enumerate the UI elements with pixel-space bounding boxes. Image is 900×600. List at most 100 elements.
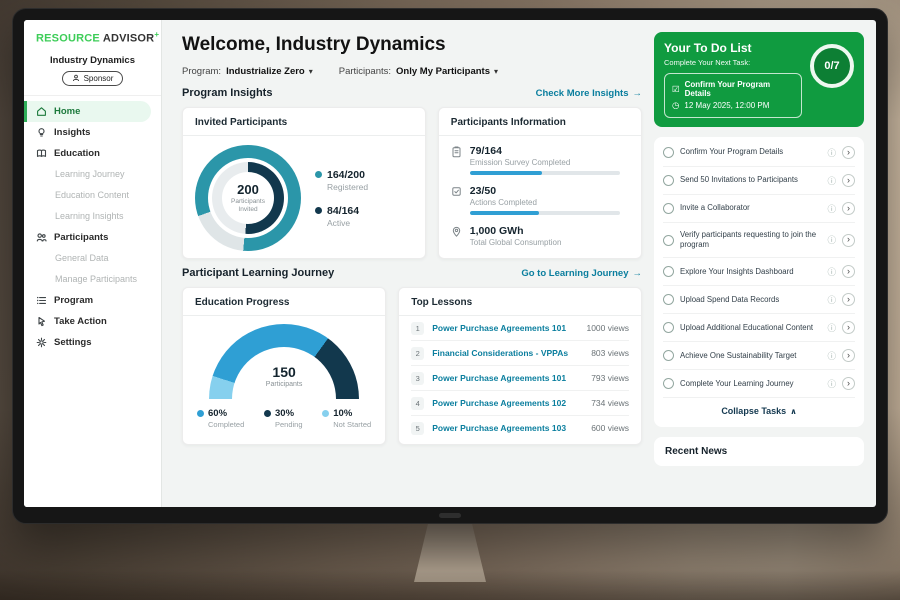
map-pin-icon	[451, 226, 462, 238]
legend-label: Pending	[275, 420, 303, 429]
recent-news-card: Recent News	[654, 437, 864, 466]
donut-center: 200 Participants Invited	[222, 172, 274, 224]
info-icon: ⓘ	[827, 147, 836, 159]
education-progress-card: Education Progress 150 Participants	[182, 287, 386, 445]
arrow-right-icon: →	[633, 268, 643, 279]
logo-text-primary: RESOURCE	[36, 33, 100, 45]
task-row[interactable]: Complete Your Learning Journey ⓘ ›	[663, 370, 855, 398]
next-task-time: 12 May 2025, 12:00 PM	[684, 101, 769, 110]
task-row[interactable]: Explore Your Insights Dashboard ⓘ ›	[663, 258, 855, 286]
lightbulb-icon	[36, 127, 47, 138]
sidebar-item-program[interactable]: Program	[24, 290, 161, 311]
task-label: Upload Spend Data Records	[680, 295, 821, 305]
lesson-row: 1 Power Purchase Agreements 101 1000 vie…	[411, 316, 629, 341]
page-title: Welcome, Industry Dynamics	[182, 34, 642, 56]
go-to-learning-journey-link[interactable]: Go to Learning Journey →	[521, 268, 642, 279]
task-checkbox[interactable]	[663, 378, 674, 389]
task-row[interactable]: Send 50 Invitations to Participants ⓘ ›	[663, 167, 855, 195]
chevron-right-icon: ›	[847, 176, 850, 185]
sidebar-item-home[interactable]: Home	[24, 101, 151, 122]
lesson-link[interactable]: Power Purchase Agreements 101	[432, 373, 583, 383]
sidebar: RESOURCE ADVISOR+ Industry Dynamics Spon…	[24, 20, 162, 507]
task-checkbox[interactable]	[663, 175, 674, 186]
sidebar-item-label: Settings	[54, 337, 91, 348]
task-row[interactable]: Achieve One Sustainability Target ⓘ ›	[663, 342, 855, 370]
sidebar-item-label: General Data	[55, 253, 109, 263]
person-icon	[72, 74, 80, 82]
sidebar-item-learning-journey[interactable]: Learning Journey	[24, 164, 161, 185]
sidebar-item-education[interactable]: Education	[24, 143, 161, 164]
top-lessons-card: Top Lessons 1 Power Purchase Agreements …	[398, 287, 642, 445]
task-label: Confirm Your Program Details	[680, 147, 821, 157]
sidebar-item-education-content[interactable]: Education Content	[24, 185, 161, 206]
collapse-tasks-button[interactable]: Collapse Tasks ∧	[663, 398, 855, 425]
lesson-link[interactable]: Power Purchase Agreements 102	[432, 398, 583, 408]
legend-label: Not Started	[333, 420, 371, 429]
task-go-button[interactable]: ›	[842, 202, 855, 215]
task-checkbox[interactable]	[663, 203, 674, 214]
section-title-program-insights: Program Insights	[182, 87, 272, 99]
task-row[interactable]: Verify participants requesting to join t…	[663, 223, 855, 258]
task-checkbox[interactable]	[663, 350, 674, 361]
task-go-button[interactable]: ›	[842, 321, 855, 334]
task-checkbox[interactable]	[663, 322, 674, 333]
task-label: Verify participants requesting to join t…	[680, 230, 821, 250]
link-label: Check More Insights	[536, 88, 629, 99]
lesson-row: 3 Power Purchase Agreements 101 793 view…	[411, 366, 629, 391]
task-row[interactable]: Invite a Collaborator ⓘ ›	[663, 195, 855, 223]
chevron-up-icon: ∧	[790, 407, 797, 416]
lesson-link[interactable]: Power Purchase Agreements 103	[432, 423, 583, 433]
section-title-learning-journey: Participant Learning Journey	[182, 267, 334, 279]
task-checkbox[interactable]	[663, 294, 674, 305]
task-checkbox[interactable]	[663, 147, 674, 158]
sidebar-item-insights[interactable]: Insights	[24, 122, 161, 143]
sponsor-badge: Sponsor	[62, 71, 124, 86]
task-go-button[interactable]: ›	[842, 349, 855, 362]
legend-item-pending: 30% Pending	[264, 408, 303, 429]
lesson-views: 734 views	[591, 398, 629, 408]
gauge-label: Participants	[209, 381, 359, 388]
task-go-button[interactable]: ›	[842, 265, 855, 278]
collapse-label: Collapse Tasks	[721, 406, 786, 416]
stat-label: Actions Completed	[470, 198, 620, 207]
app-logo: RESOURCE ADVISOR+	[24, 30, 161, 53]
participants-select[interactable]: Only My Participants ▾	[396, 66, 498, 77]
task-go-button[interactable]: ›	[842, 146, 855, 159]
stat-value: 23/50	[470, 185, 620, 197]
sidebar-item-settings[interactable]: Settings	[24, 332, 161, 353]
stat-label: Emission Survey Completed	[470, 158, 620, 167]
lesson-views: 1000 views	[586, 323, 629, 333]
legend-value: 60%	[208, 408, 227, 419]
main-content: Welcome, Industry Dynamics Program: Indu…	[162, 20, 654, 507]
task-row[interactable]: Confirm Your Program Details ⓘ ›	[663, 139, 855, 167]
sidebar-item-take-action[interactable]: Take Action	[24, 311, 161, 332]
sidebar-item-general-data[interactable]: General Data	[24, 248, 161, 269]
task-row[interactable]: Upload Additional Educational Content ⓘ …	[663, 314, 855, 342]
check-more-insights-link[interactable]: Check More Insights →	[536, 88, 642, 99]
checkbox-icon: ☑	[672, 84, 680, 95]
program-select[interactable]: Industrialize Zero ▾	[226, 66, 313, 77]
chevron-right-icon: ›	[847, 351, 850, 360]
program-select-value: Industrialize Zero	[226, 66, 305, 77]
program-filter-label: Program:	[182, 66, 221, 77]
task-go-button[interactable]: ›	[842, 174, 855, 187]
task-checkbox[interactable]	[663, 266, 674, 277]
book-icon	[36, 148, 47, 159]
program-insights-header: Program Insights Check More Insights →	[182, 87, 642, 99]
logo-plus: +	[154, 30, 159, 39]
sidebar-item-learning-insights[interactable]: Learning Insights	[24, 206, 161, 227]
task-go-button[interactable]: ›	[842, 293, 855, 306]
task-go-button[interactable]: ›	[842, 234, 855, 247]
sidebar-item-manage-participants[interactable]: Manage Participants	[24, 269, 161, 290]
task-go-button[interactable]: ›	[842, 377, 855, 390]
sidebar-item-participants[interactable]: Participants	[24, 227, 161, 248]
info-icon: ⓘ	[827, 266, 836, 278]
task-checkbox[interactable]	[663, 235, 674, 246]
info-icon: ⓘ	[827, 203, 836, 215]
gauge-center: 150 Participants	[209, 364, 359, 388]
task-row[interactable]: Upload Spend Data Records ⓘ ›	[663, 286, 855, 314]
resource-advisor-dashboard: RESOURCE ADVISOR+ Industry Dynamics Spon…	[24, 20, 876, 507]
lesson-link[interactable]: Financial Considerations - VPPAs	[432, 348, 583, 358]
lesson-link[interactable]: Power Purchase Agreements 101	[432, 323, 578, 333]
monitor-logo	[439, 513, 461, 518]
